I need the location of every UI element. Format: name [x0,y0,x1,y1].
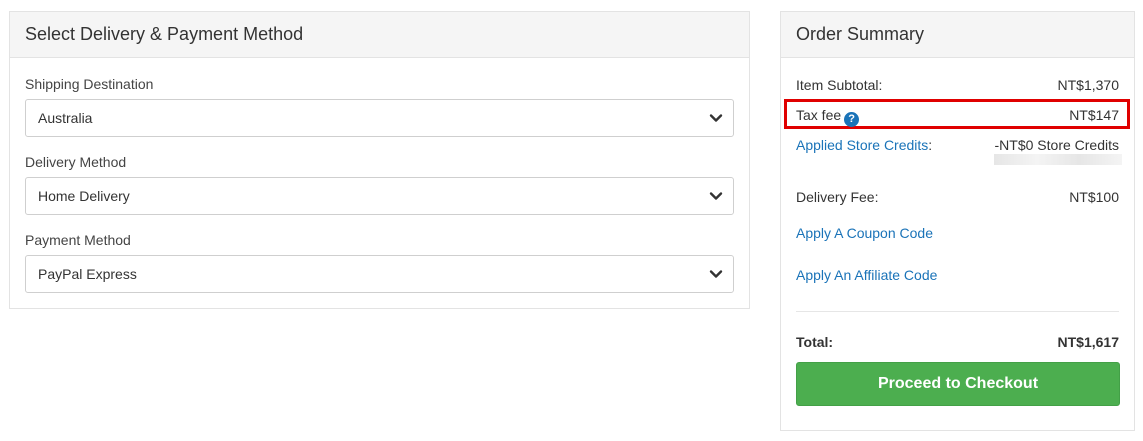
redacted-text [994,154,1122,165]
total-row: Total: NT$1,617 [796,334,1119,350]
help-icon[interactable]: ? [844,112,860,127]
shipping-destination-select[interactable]: Australia [25,99,734,137]
payment-method-label: Payment Method [25,232,131,248]
delivery-payment-panel: Select Delivery & Payment Method Shippin… [9,11,750,309]
shipping-destination-label: Shipping Destination [25,76,154,92]
subtotal-value: NT$1,370 [1057,77,1119,93]
delivery-fee-label: Delivery Fee: [796,189,879,205]
store-credits-colon: : [928,137,933,153]
store-credits-row: Applied Store Credits: -NT$0 Store Credi… [796,137,1119,153]
chevron-down-icon [709,270,723,278]
delivery-method-label: Delivery Method [25,154,127,170]
shipping-destination-value: Australia [38,110,93,126]
tax-label: Tax fee [796,107,842,123]
apply-affiliate-link[interactable]: Apply An Affiliate Code [796,267,937,283]
payment-method-value: PayPal Express [38,266,137,282]
delivery-fee-value: NT$100 [1069,189,1119,205]
delivery-payment-title: Select Delivery & Payment Method [10,12,749,58]
subtotal-label: Item Subtotal: [796,77,883,93]
delivery-method-select[interactable]: Home Delivery [25,177,734,215]
coupon-row: Apply A Coupon Code [796,225,1119,241]
chevron-down-icon [709,114,723,122]
total-label: Total: [796,334,834,350]
chevron-down-icon [709,192,723,200]
tax-value: NT$147 [1069,107,1119,123]
payment-method-select[interactable]: PayPal Express [25,255,734,293]
total-value: NT$1,617 [1057,334,1119,350]
apply-coupon-link[interactable]: Apply A Coupon Code [796,225,933,241]
order-summary-panel: Order Summary Item Subtotal: NT$1,370 Ta… [780,11,1135,431]
summary-divider [796,311,1119,312]
subtotal-row: Item Subtotal: NT$1,370 [796,77,1119,93]
affiliate-row: Apply An Affiliate Code [796,267,1119,283]
proceed-to-checkout-button[interactable]: Proceed to Checkout [796,362,1120,406]
applied-store-credits-link[interactable]: Applied Store Credits [796,137,928,153]
delivery-method-value: Home Delivery [38,188,130,204]
delivery-fee-row: Delivery Fee: NT$100 [796,189,1119,205]
order-summary-title: Order Summary [781,12,1134,58]
store-credits-value: -NT$0 Store Credits [994,137,1119,153]
tax-row: Tax fee? NT$147 [796,107,1119,127]
